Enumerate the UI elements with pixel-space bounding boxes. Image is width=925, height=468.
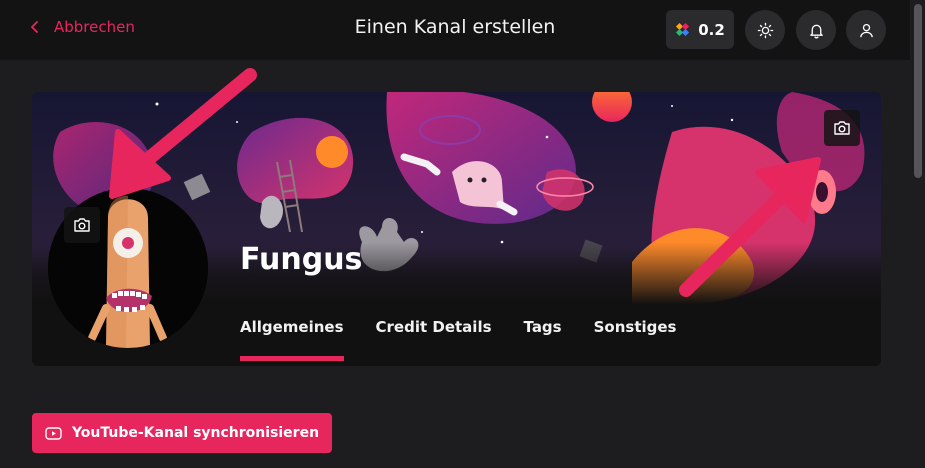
bell-icon	[809, 24, 823, 38]
channel-name: Fungus	[240, 242, 363, 277]
account-button[interactable]	[846, 10, 886, 50]
avatar-camera-button[interactable]	[64, 207, 100, 243]
credits-value: 0.2	[698, 20, 725, 39]
theme-toggle-button[interactable]	[745, 10, 785, 50]
tab-sonstiges[interactable]: Sonstiges	[594, 318, 677, 336]
sun-icon	[757, 22, 773, 38]
youtube-sync-button[interactable]: YouTube-Kanal synchronisieren	[32, 413, 332, 453]
credits-logo-icon	[676, 22, 690, 36]
tab-bar: Allgemeines Credit Details Tags Sonstige…	[240, 318, 708, 361]
scrollbar-thumb[interactable]	[914, 4, 922, 178]
banner-camera-button[interactable]	[824, 110, 860, 146]
camera-icon	[834, 121, 850, 135]
top-bar: Abbrechen Einen Kanal erstellen 0.2	[0, 0, 910, 60]
user-icon	[859, 23, 873, 37]
notifications-button[interactable]	[796, 10, 836, 50]
credits-button[interactable]: 0.2	[666, 10, 734, 49]
tab-allgemeines[interactable]: Allgemeines	[240, 318, 344, 361]
camera-icon	[74, 218, 90, 232]
tab-tags[interactable]: Tags	[524, 318, 562, 336]
youtube-icon	[45, 426, 62, 440]
youtube-sync-label: YouTube-Kanal synchronisieren	[71, 425, 320, 441]
tab-credit-details[interactable]: Credit Details	[376, 318, 492, 336]
